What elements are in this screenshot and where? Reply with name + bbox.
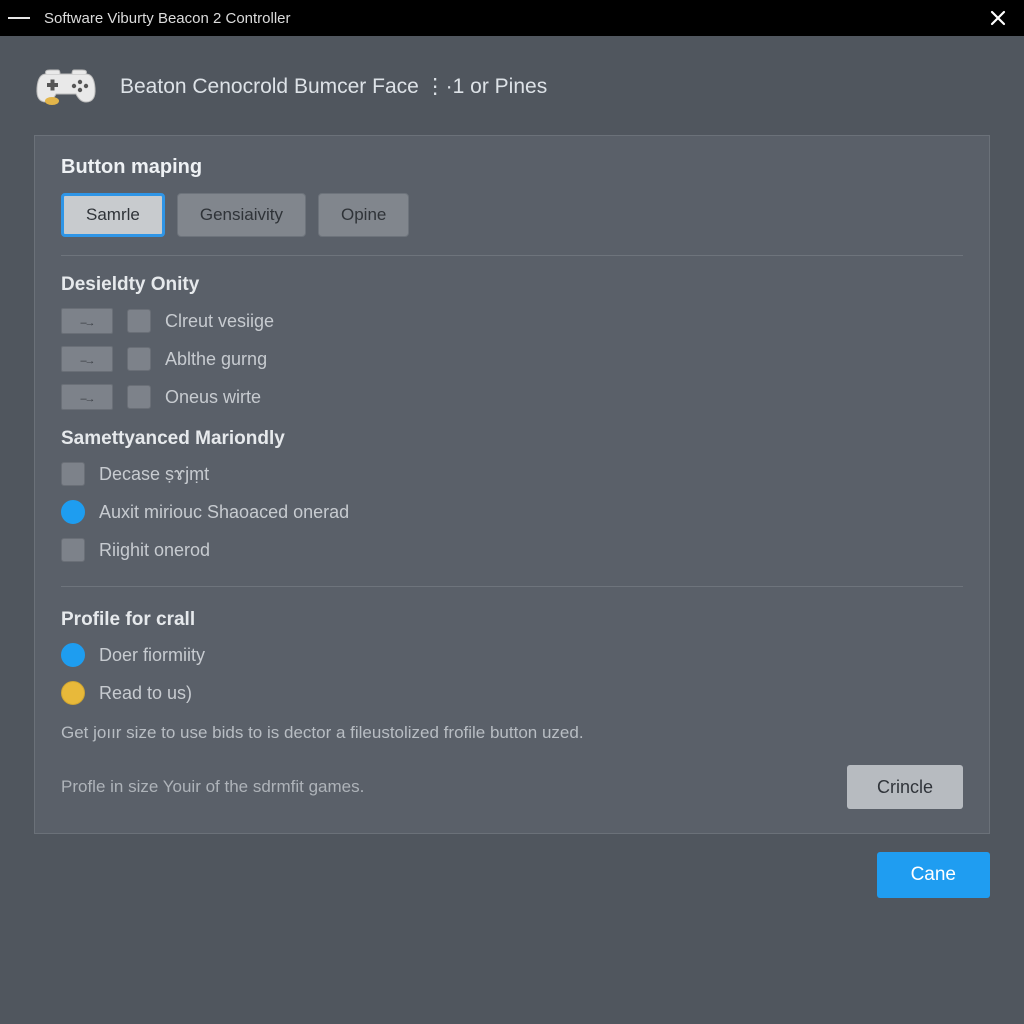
panel-footer-row: Profle in size Youir of the sdrmfit game… <box>61 765 963 809</box>
crincle-button[interactable]: Crincle <box>847 765 963 809</box>
checkbox[interactable] <box>61 538 85 562</box>
tab-samrle[interactable]: Samrle <box>61 193 165 237</box>
option-row: Riighit onerod <box>61 538 963 562</box>
menu-icon[interactable] <box>8 17 30 19</box>
cane-button[interactable]: Cane <box>877 852 990 898</box>
mapping-chip-icon[interactable] <box>61 346 113 372</box>
page-title: Beaton Cenocrold Bumcer Face ⋮·1 or Pine… <box>120 74 547 99</box>
close-icon[interactable] <box>980 0 1016 36</box>
option-label: Read to us) <box>99 683 192 704</box>
option-label: Doer fiormiity <box>99 645 205 666</box>
checkbox[interactable] <box>127 385 151 409</box>
option-label: Decase ṣɤjṃt <box>99 464 209 485</box>
footer-note: Profle in size Youir of the sdrmfit game… <box>61 777 847 797</box>
settings-panel: Button maping Samrle Gensiaivity Opine D… <box>34 135 990 834</box>
mapping-chip-icon[interactable] <box>61 384 113 410</box>
tab-row: Samrle Gensiaivity Opine <box>61 193 963 237</box>
page-header: Beaton Cenocrold Bumcer Face ⋮·1 or Pine… <box>0 36 1024 135</box>
app-window: Software Viburty Beacon 2 Controller Bea… <box>0 0 1024 1024</box>
checkbox[interactable] <box>61 462 85 486</box>
tab-opine[interactable]: Opine <box>318 193 409 237</box>
radio[interactable] <box>61 500 85 524</box>
option-label: Clreut vesiige <box>165 311 274 332</box>
section1-title: Desieldty Onity <box>61 274 963 296</box>
tab-sensitivity[interactable]: Gensiaivity <box>177 193 306 237</box>
mapping-row: Ablthe gurng <box>61 346 963 372</box>
option-label: Oneus wirte <box>165 387 261 408</box>
option-label: Ablthe gurng <box>165 349 267 370</box>
mapping-row: Oneus wirte <box>61 384 963 410</box>
divider <box>61 255 963 256</box>
help-text: Get joıır size to use bids to is dector … <box>61 723 963 743</box>
option-row: Auxit miriouc Shaoaced onerad <box>61 500 963 524</box>
panel-title: Button maping <box>61 156 963 179</box>
option-row: Doer fiormiity <box>61 643 963 667</box>
checkbox[interactable] <box>127 309 151 333</box>
option-label: Riighit onerod <box>99 540 210 561</box>
radio[interactable] <box>61 643 85 667</box>
option-row: Read to us) <box>61 681 963 705</box>
option-row: Decase ṣɤjṃt <box>61 462 963 486</box>
window-title: Software Viburty Beacon 2 Controller <box>44 10 980 27</box>
option-label: Auxit miriouc Shaoaced onerad <box>99 502 349 523</box>
mapping-chip-icon[interactable] <box>61 308 113 334</box>
dialog-footer: Cane <box>0 834 1024 898</box>
mapping-row: Clreut vesiige <box>61 308 963 334</box>
titlebar: Software Viburty Beacon 2 Controller <box>0 0 1024 36</box>
checkbox[interactable] <box>127 347 151 371</box>
section2-title: Samettyanced Mariondly <box>61 428 963 450</box>
gamepad-icon <box>34 60 98 113</box>
divider <box>61 586 963 587</box>
radio[interactable] <box>61 681 85 705</box>
section3-title: Profile for crall <box>61 609 963 631</box>
